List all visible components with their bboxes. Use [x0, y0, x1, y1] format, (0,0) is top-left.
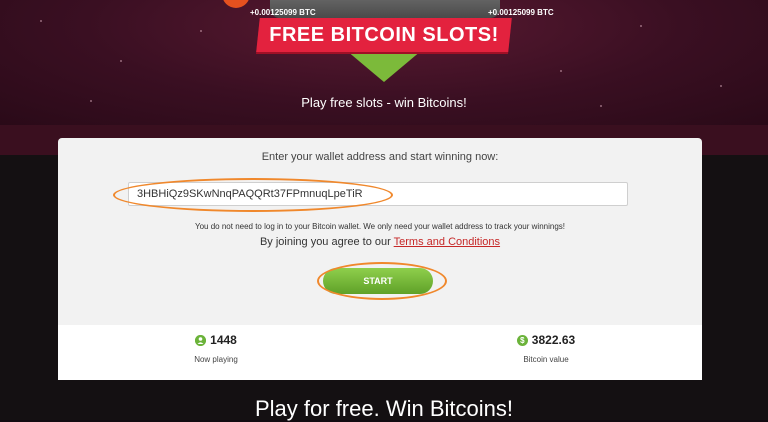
- coin-icon: [222, 0, 250, 8]
- star-decoration: [640, 25, 642, 27]
- btc-amount-right: +0.00125099 BTC: [488, 8, 554, 17]
- bitcoin-value: 3822.63: [531, 333, 576, 347]
- star-decoration: [720, 85, 722, 87]
- wallet-note: You do not need to log in to your Bitcoi…: [195, 222, 565, 231]
- stat-bitcoin-value: $ 3822.63 Bitcoin value: [466, 333, 626, 364]
- wallet-form-card: Enter your wallet address and start winn…: [58, 138, 702, 325]
- agree-text: By joining you agree to our: [259, 236, 394, 248]
- form-title: Enter your wallet address and start winn…: [261, 151, 499, 163]
- hero-section: +0.00125099 BTC +0.00125099 BTC FREE BIT…: [0, 0, 768, 125]
- star-decoration: [560, 70, 562, 72]
- user-icon: [195, 334, 207, 346]
- hero-tagline: Play free slots - win Bitcoins!: [301, 95, 467, 110]
- dollar-icon: $: [516, 334, 528, 346]
- wallet-address-input[interactable]: [128, 182, 628, 206]
- banner-title: FREE BITCOIN SLOTS!: [269, 23, 499, 46]
- bitcoin-label: Bitcoin value: [523, 355, 569, 364]
- players-label: Now playing: [194, 355, 238, 364]
- stat-now-playing: 1448 Now playing: [136, 333, 296, 364]
- footer-heading: Play for free. Win Bitcoins!: [255, 396, 513, 421]
- star-decoration: [200, 30, 202, 32]
- stats-bar: 1448 Now playing $ 3822.63 Bitcoin value: [58, 325, 702, 380]
- btc-amount-left: +0.00125099 BTC: [250, 8, 316, 17]
- players-count: 1448: [210, 333, 237, 347]
- star-decoration: [120, 60, 122, 62]
- terms-agreement: By joining you agree to our Terms and Co…: [58, 236, 702, 248]
- terms-link[interactable]: Terms and Conditions: [394, 236, 500, 248]
- start-button[interactable]: START: [323, 268, 433, 294]
- star-decoration: [40, 20, 42, 22]
